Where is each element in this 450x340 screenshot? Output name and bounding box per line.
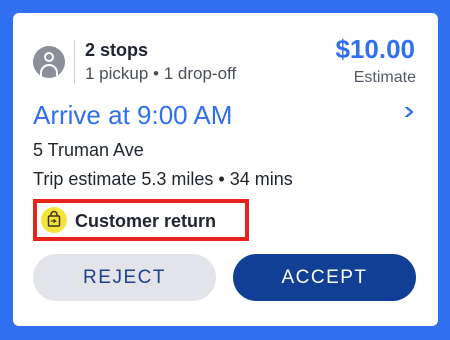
stops-breakdown: 1 pickup • 1 drop-off <box>85 64 237 83</box>
price-estimate-label: Estimate <box>353 69 416 86</box>
customer-return-tag: Customer return <box>33 199 249 241</box>
chevron-right-icon[interactable] <box>404 107 414 117</box>
accept-button[interactable]: ACCEPT <box>233 254 416 301</box>
divider <box>74 40 75 84</box>
shopping-bag-return-icon <box>41 207 67 233</box>
tag-label: Customer return <box>75 211 217 231</box>
user-avatar-icon <box>33 46 65 78</box>
arrival-time-link[interactable]: Arrive at 9:00 AM <box>33 100 232 131</box>
stops-count: 2 stops <box>85 40 149 60</box>
price: $10.00 <box>335 34 415 64</box>
trip-estimate: Trip estimate 5.3 miles • 34 mins <box>33 169 293 189</box>
trip-offer-card[interactable]: 2 stops 1 pickup • 1 drop-off $10.00 Est… <box>13 13 438 326</box>
reject-button[interactable]: REJECT <box>33 254 216 301</box>
address: 5 Truman Ave <box>33 140 144 160</box>
